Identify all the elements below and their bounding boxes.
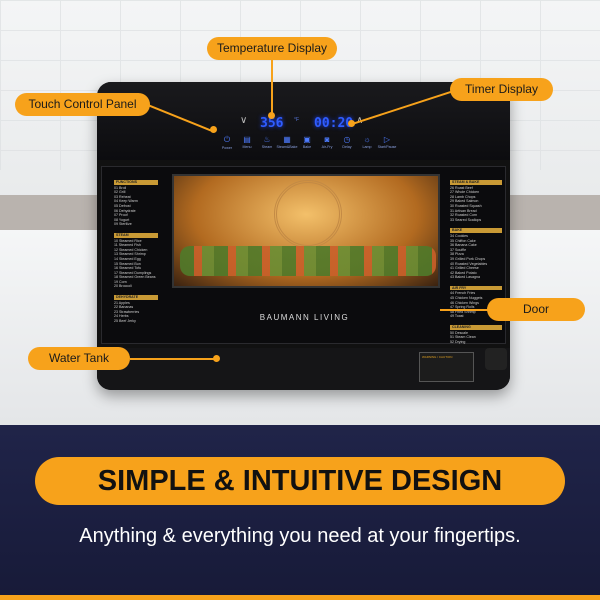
menu-list-right: STEAM & BAKE 26 Roast Beef 27 Whole Chicke… — [450, 179, 502, 349]
menu-section-title: STEAM & BAKE — [450, 180, 502, 185]
lamp-icon: ☼ — [363, 135, 371, 144]
callout-timer-display: Timer Display — [450, 78, 553, 101]
water-tank[interactable]: WARNING / CAUTION — [97, 348, 510, 390]
temp-unit: °F — [294, 117, 300, 123]
menu-section-title: STEAM — [114, 232, 158, 238]
menu-section-title: AIR FRY — [450, 285, 502, 291]
headline: SIMPLE & INTUITIVE DESIGN — [35, 457, 565, 505]
air-fry-icon: ◙ — [324, 135, 330, 144]
menu-section-title: FUNCTIONS — [114, 180, 158, 185]
brand-logo: BAUMANN LIVING — [259, 313, 350, 322]
feature-banner: SIMPLE & INTUITIVE DESIGN Anything & eve… — [0, 425, 600, 600]
callout-dot — [268, 112, 275, 119]
steam-bake-icon: ▦ — [283, 135, 291, 144]
accent-bar — [0, 595, 600, 600]
callout-dot — [348, 120, 355, 127]
subheadline: Anything & everything you need at your f… — [79, 525, 521, 547]
menu-list-left: FUNCTIONS 01 Broil 02 Grill 03 Reheat 04 Kee… — [114, 179, 158, 329]
steam-oven: ∨ 356 °F 00:20 ∧ ⏻Power▤Menu♨Steam▦Steam… — [97, 82, 510, 390]
callout-touch-control-panel: Touch Control Panel — [15, 93, 150, 116]
steam-icon: ♨ — [263, 135, 271, 144]
menu-section-title: BAKE — [450, 228, 502, 233]
callout-door: Door — [487, 298, 585, 321]
control-start-pause[interactable]: ▷ Start/Pause — [375, 135, 399, 149]
fan-cover — [274, 180, 342, 248]
bake-icon: ▣ — [303, 135, 311, 144]
tank-knob[interactable] — [485, 348, 507, 370]
callout-temperature-display: Temperature Display — [207, 37, 337, 60]
door[interactable]: FUNCTIONS 01 Broil 02 Grill 03 Reheat 04 Kee… — [101, 166, 506, 344]
callout-line — [130, 358, 215, 360]
menu-icon: ▤ — [243, 135, 251, 144]
menu-section-title: CLEANING — [450, 325, 502, 330]
warning-label: WARNING / CAUTION — [419, 352, 474, 382]
callout-dot — [210, 126, 217, 133]
product-photo: ∨ 356 °F 00:20 ∧ ⏻Power▤Menu♨Steam▦Steam… — [0, 0, 600, 425]
food — [180, 246, 436, 276]
play-pause-icon: ▷ — [383, 135, 391, 144]
clock-icon: ◷ — [343, 135, 351, 144]
callout-line — [440, 309, 488, 311]
menu-section-title: DEHYDRATE — [114, 295, 158, 300]
callout-dot — [213, 355, 220, 362]
callout-water-tank: Water Tank — [28, 347, 130, 370]
callout-line — [271, 60, 273, 116]
chevron-down-icon: ∨ — [240, 115, 248, 126]
power-icon: ⏻ — [223, 135, 231, 144]
oven-window — [172, 174, 440, 288]
control-label: Start/Pause — [377, 145, 397, 149]
